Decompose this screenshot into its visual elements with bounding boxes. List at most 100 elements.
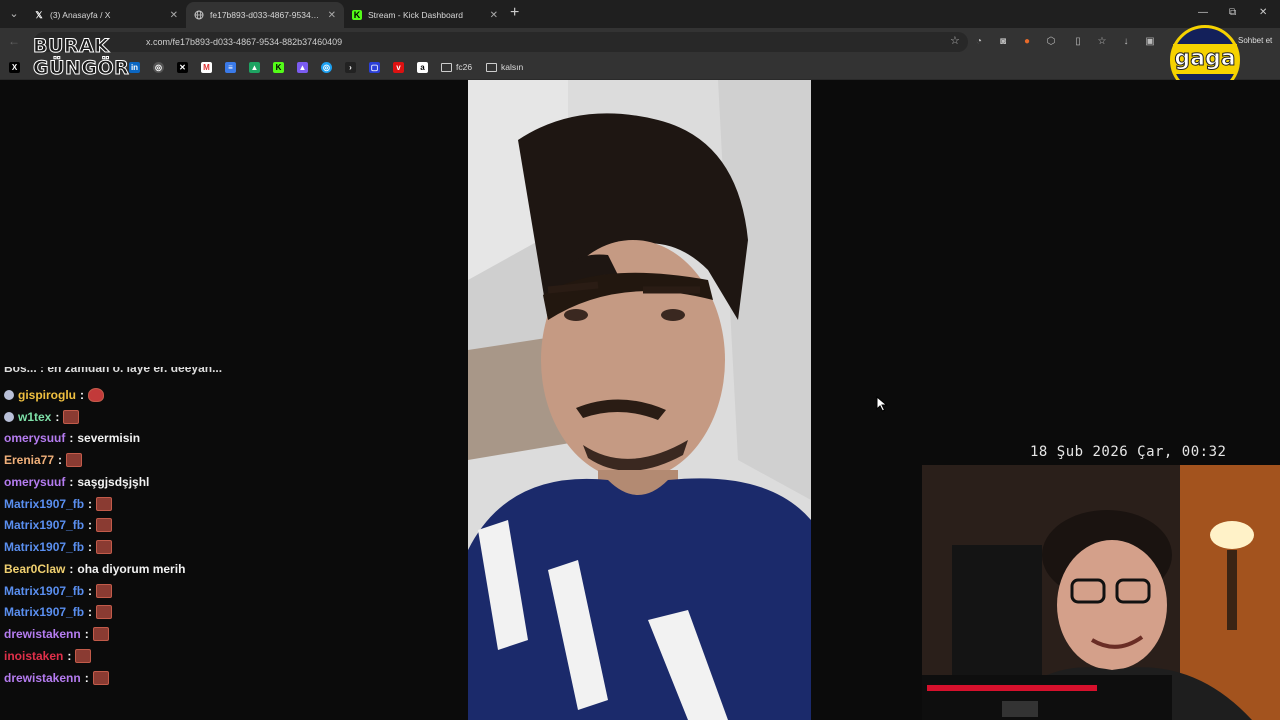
camera-icon[interactable]: ◙ <box>997 36 1009 48</box>
close-window-icon[interactable]: ✕ <box>1259 7 1267 18</box>
extension-orange-icon[interactable]: ● <box>1021 36 1033 48</box>
chat-separator: : <box>58 453 63 467</box>
drive-icon[interactable]: ▲ <box>249 62 260 73</box>
chat-separator: : <box>88 540 93 554</box>
tab-active-page[interactable]: fe17b893-d033-4867-9534-882b3 ✕ <box>186 2 344 28</box>
chat-separator: : <box>84 627 89 641</box>
chat-partial-line: Bos... : en zamdan o. iaye er. deeyan... <box>4 367 234 379</box>
chat-message: Erenia77: <box>4 450 83 470</box>
chat-username[interactable]: Erenia77 <box>4 453 54 467</box>
chat-separator: : <box>88 497 93 511</box>
chat-message-text: oha diyorum merih <box>77 562 186 576</box>
site-x-icon[interactable]: ✕ <box>177 62 188 73</box>
chat-username[interactable]: drewistakenn <box>4 671 81 685</box>
chat-message: gispiroglu: <box>4 385 104 405</box>
chat-message: Bear0Claw: oha diyorum merih <box>4 559 185 579</box>
docs-icon[interactable]: ≡ <box>225 62 236 73</box>
minimize-icon[interactable]: — <box>1198 7 1208 18</box>
tab-search-chevron-icon[interactable]: ⌄ <box>4 4 24 24</box>
chat-message: Matrix1907_fb: <box>4 515 113 535</box>
chat-emote-icon <box>92 627 109 641</box>
folder-icon <box>441 62 452 72</box>
chat-message: inoistaken: <box>4 646 92 666</box>
gaga-logo-text: gaga <box>1173 44 1237 74</box>
chat-username[interactable]: omerysuuf <box>4 431 65 445</box>
user-badge-icon <box>4 412 14 422</box>
chat-message: drewistakenn: <box>4 668 109 688</box>
site-red-icon[interactable]: v <box>393 62 404 73</box>
person-photo-illustration <box>468 80 811 720</box>
chat-message: Matrix1907_fb: <box>4 494 113 514</box>
chat-username[interactable]: Matrix1907_fb <box>4 584 84 598</box>
incognito-icon[interactable]: ◔ <box>973 36 985 48</box>
close-tab-icon[interactable]: ✕ <box>170 10 178 21</box>
extensions-puzzle-icon[interactable]: ⬡ <box>1045 36 1057 48</box>
site-indigo-icon[interactable]: ▢ <box>369 62 380 73</box>
chat-message: drewistakenn: <box>4 624 109 644</box>
screenshot-icon[interactable]: ▣ <box>1144 36 1156 48</box>
chat-emote-icon <box>92 671 109 685</box>
site-play-icon[interactable]: › <box>345 62 356 73</box>
bookmarks-bar: X in ◎ ✕ M ≡ ▲ K ▲ ◎ › ▢ v a fc26 kalsın <box>0 56 1280 80</box>
chat-message-text: saşgjsdşjşhl <box>77 475 150 489</box>
chat-username[interactable]: Matrix1907_fb <box>4 540 84 554</box>
tab-x-home[interactable]: 𝕏 (3) Anasayfa / X ✕ <box>26 2 186 28</box>
back-arrow-icon[interactable]: ← <box>8 34 20 48</box>
site-purple-icon[interactable]: ▲ <box>297 62 308 73</box>
chat-username[interactable]: Matrix1907_fb <box>4 605 84 619</box>
site-blue-icon[interactable]: ◎ <box>321 62 332 73</box>
kick-icon[interactable]: K <box>273 62 284 73</box>
chat-separator: : <box>67 649 72 663</box>
bookmark-folder-kalsin[interactable]: kalsın <box>486 62 523 72</box>
close-tab-icon[interactable]: ✕ <box>490 10 498 21</box>
user-badge-icon <box>4 390 14 400</box>
folder-label: fc26 <box>456 62 473 72</box>
chat-username[interactable]: omerysuuf <box>4 475 65 489</box>
chat-emote-icon <box>66 453 83 467</box>
favorites-icon[interactable]: ☆ <box>1096 36 1108 48</box>
chat-button[interactable]: Sohbet et <box>1238 36 1272 45</box>
site-globe-icon[interactable]: ◎ <box>153 62 164 73</box>
close-tab-icon[interactable]: ✕ <box>328 10 336 21</box>
chat-separator: : <box>88 584 93 598</box>
address-bar[interactable]: x.com/fe17b893-d033-4867-9534-882b374604… <box>34 32 968 52</box>
streamer-webcam <box>922 465 1280 720</box>
chat-username[interactable]: Matrix1907_fb <box>4 518 84 532</box>
download-icon[interactable]: ↓ <box>1120 36 1132 48</box>
split-view-icon[interactable]: ▯ <box>1072 36 1084 48</box>
chat-emote-icon <box>96 605 113 619</box>
chat-username[interactable]: Matrix1907_fb <box>4 497 84 511</box>
bookmark-star-icon[interactable]: ☆ <box>950 34 960 47</box>
chat-username[interactable]: drewistakenn <box>4 627 81 641</box>
chat-message: omerysuuf: severmisin <box>4 428 140 448</box>
tab-label: (3) Anasayfa / X <box>50 10 111 20</box>
datetime-overlay: 18 Şub 2026 Çar, 00:32 <box>1030 444 1227 460</box>
chat-username[interactable]: w1tex <box>18 410 51 424</box>
chat-emote-icon <box>88 388 104 402</box>
url-text: x.com/fe17b893-d033-4867-9534-882b374604… <box>146 37 343 47</box>
tab-bar: ⌄ 𝕏 (3) Anasayfa / X ✕ fe17b893-d033-486… <box>0 0 1280 28</box>
center-video-feed <box>468 80 811 720</box>
site-white-icon[interactable]: a <box>417 62 428 73</box>
chat-username[interactable]: inoistaken <box>4 649 63 663</box>
gmail-icon[interactable]: M <box>201 62 212 73</box>
webcam-illustration <box>922 465 1280 720</box>
bookmark-folder-fc26[interactable]: fc26 <box>441 62 472 72</box>
chat-separator: : <box>69 431 74 445</box>
chat-emote-icon <box>75 649 92 663</box>
folder-icon <box>486 62 497 72</box>
restore-icon[interactable]: ⧉ <box>1229 7 1236 18</box>
tab-kick-dashboard[interactable]: K Stream - Kick Dashboard ✕ <box>344 2 506 28</box>
x-logo-icon[interactable]: X <box>9 62 20 73</box>
chat-separator: : <box>84 671 89 685</box>
chat-username[interactable]: Bear0Claw <box>4 562 65 576</box>
new-tab-button[interactable]: + <box>510 5 519 21</box>
chat-message-text: severmisin <box>77 431 141 445</box>
address-toolbar: ← x.com/fe17b893-d033-4867-9534-882b3746… <box>0 28 1280 56</box>
kick-logo-icon: K <box>352 10 362 20</box>
linkedin-icon[interactable]: in <box>129 62 140 73</box>
watermark-line-1: BURAK <box>33 35 110 58</box>
chat-message: w1tex: <box>4 407 80 427</box>
chat-username[interactable]: gispiroglu <box>18 388 76 402</box>
chat-message: Matrix1907_fb: <box>4 602 113 622</box>
